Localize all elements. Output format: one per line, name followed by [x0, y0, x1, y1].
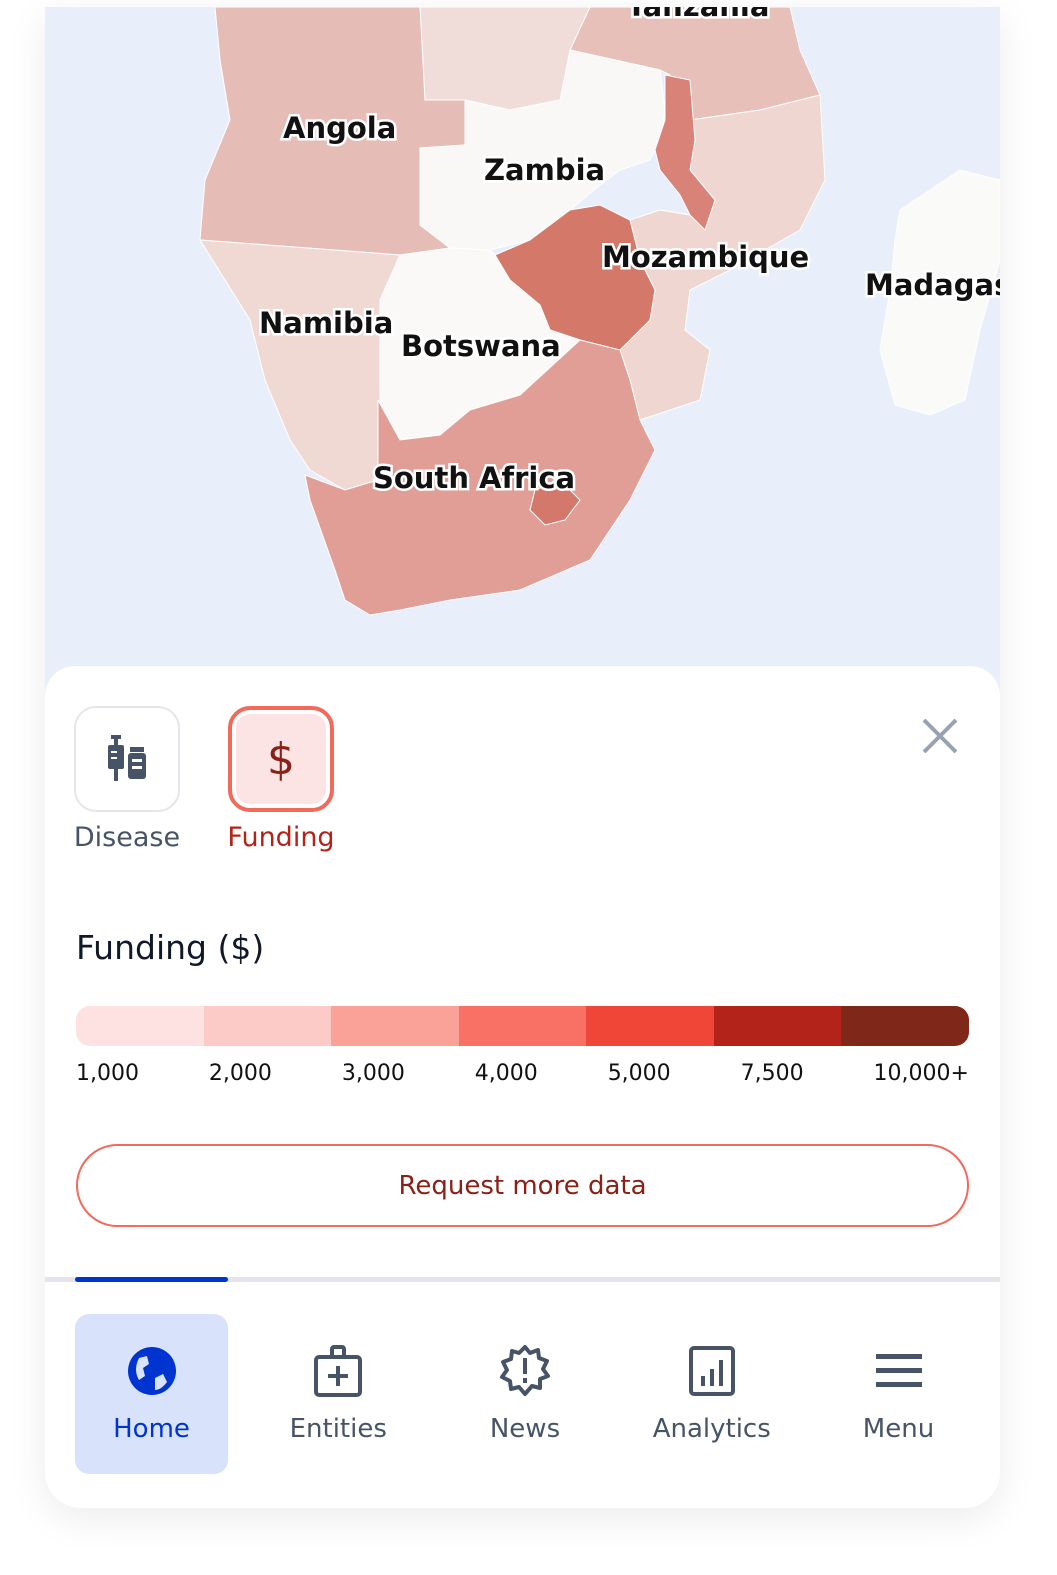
legend-swatch	[76, 1006, 204, 1046]
legend-swatch	[458, 1006, 587, 1046]
globe-icon	[127, 1347, 176, 1395]
syringe-vial-icon	[108, 735, 146, 781]
nav-entities[interactable]: Entities	[262, 1314, 415, 1474]
label-mozambique: Mozambique	[602, 240, 809, 274]
legend-swatch	[203, 1006, 332, 1046]
legend-tick: 7,500	[740, 1061, 804, 1086]
layer-funding[interactable]: $ Funding	[226, 706, 336, 853]
hamburger-menu-icon	[875, 1354, 922, 1387]
bottom-nav: Home Entities News Analytics Menu	[75, 1314, 975, 1474]
legend-tick: 10,000+	[873, 1061, 969, 1086]
tab-indicator-track	[45, 1277, 1000, 1282]
nav-analytics[interactable]: Analytics	[635, 1314, 788, 1474]
label-tanzania: Tanzania	[627, 7, 770, 23]
legend-swatch	[841, 1006, 969, 1046]
tab-indicator-active	[75, 1277, 228, 1282]
app-card: Tanzania Angola Zambia Mozambique Madaga…	[45, 7, 1000, 1508]
legend-tick: 2,000	[208, 1061, 272, 1086]
legend-ticks: 1,000 2,000 3,000 4,000 5,000 7,500 10,000+	[76, 1061, 969, 1086]
nav-news-label: News	[489, 1414, 561, 1444]
nav-home-label: Home	[113, 1414, 190, 1444]
label-zambia: Zambia	[484, 153, 605, 187]
nav-entities-label: Entities	[289, 1414, 387, 1444]
close-icon[interactable]	[920, 716, 960, 756]
request-more-data-button[interactable]: Request more data	[76, 1144, 969, 1227]
layer-disease[interactable]: Disease	[72, 706, 182, 853]
legend-swatch	[586, 1006, 714, 1046]
layer-disease-label: Disease	[73, 822, 181, 853]
label-botswana: Botswana	[401, 329, 561, 363]
alert-badge-icon	[500, 1345, 550, 1396]
nav-news[interactable]: News	[449, 1314, 602, 1474]
legend-tick: 4,000	[474, 1061, 538, 1086]
legend-tick: 5,000	[607, 1061, 671, 1086]
layer-funding-label: Funding	[227, 822, 335, 853]
layer-panel: Disease $ Funding Funding ($) 1,000 2,000…	[45, 666, 1000, 1508]
legend-title: Funding ($)	[76, 928, 265, 967]
nav-home[interactable]: Home	[75, 1314, 228, 1474]
label-angola: Angola	[283, 111, 396, 145]
label-namibia: Namibia	[259, 306, 393, 340]
medical-bag-icon	[314, 1345, 363, 1397]
nav-analytics-label: Analytics	[652, 1414, 771, 1444]
nav-menu-label: Menu	[862, 1414, 935, 1444]
legend-tick: 3,000	[341, 1061, 405, 1086]
label-madagascar: Madagascar	[865, 268, 1000, 302]
legend-tick: 1,000	[76, 1061, 139, 1086]
choropleth-map[interactable]: Tanzania Angola Zambia Mozambique Madaga…	[45, 7, 1000, 697]
label-south-africa: South Africa	[373, 461, 575, 495]
bar-chart-icon	[688, 1346, 735, 1396]
legend-color-scale	[76, 1006, 969, 1046]
dollar-icon: $	[267, 733, 295, 785]
nav-menu[interactable]: Menu	[822, 1314, 975, 1474]
legend-swatch	[331, 1006, 459, 1046]
legend-swatch	[713, 1006, 842, 1046]
